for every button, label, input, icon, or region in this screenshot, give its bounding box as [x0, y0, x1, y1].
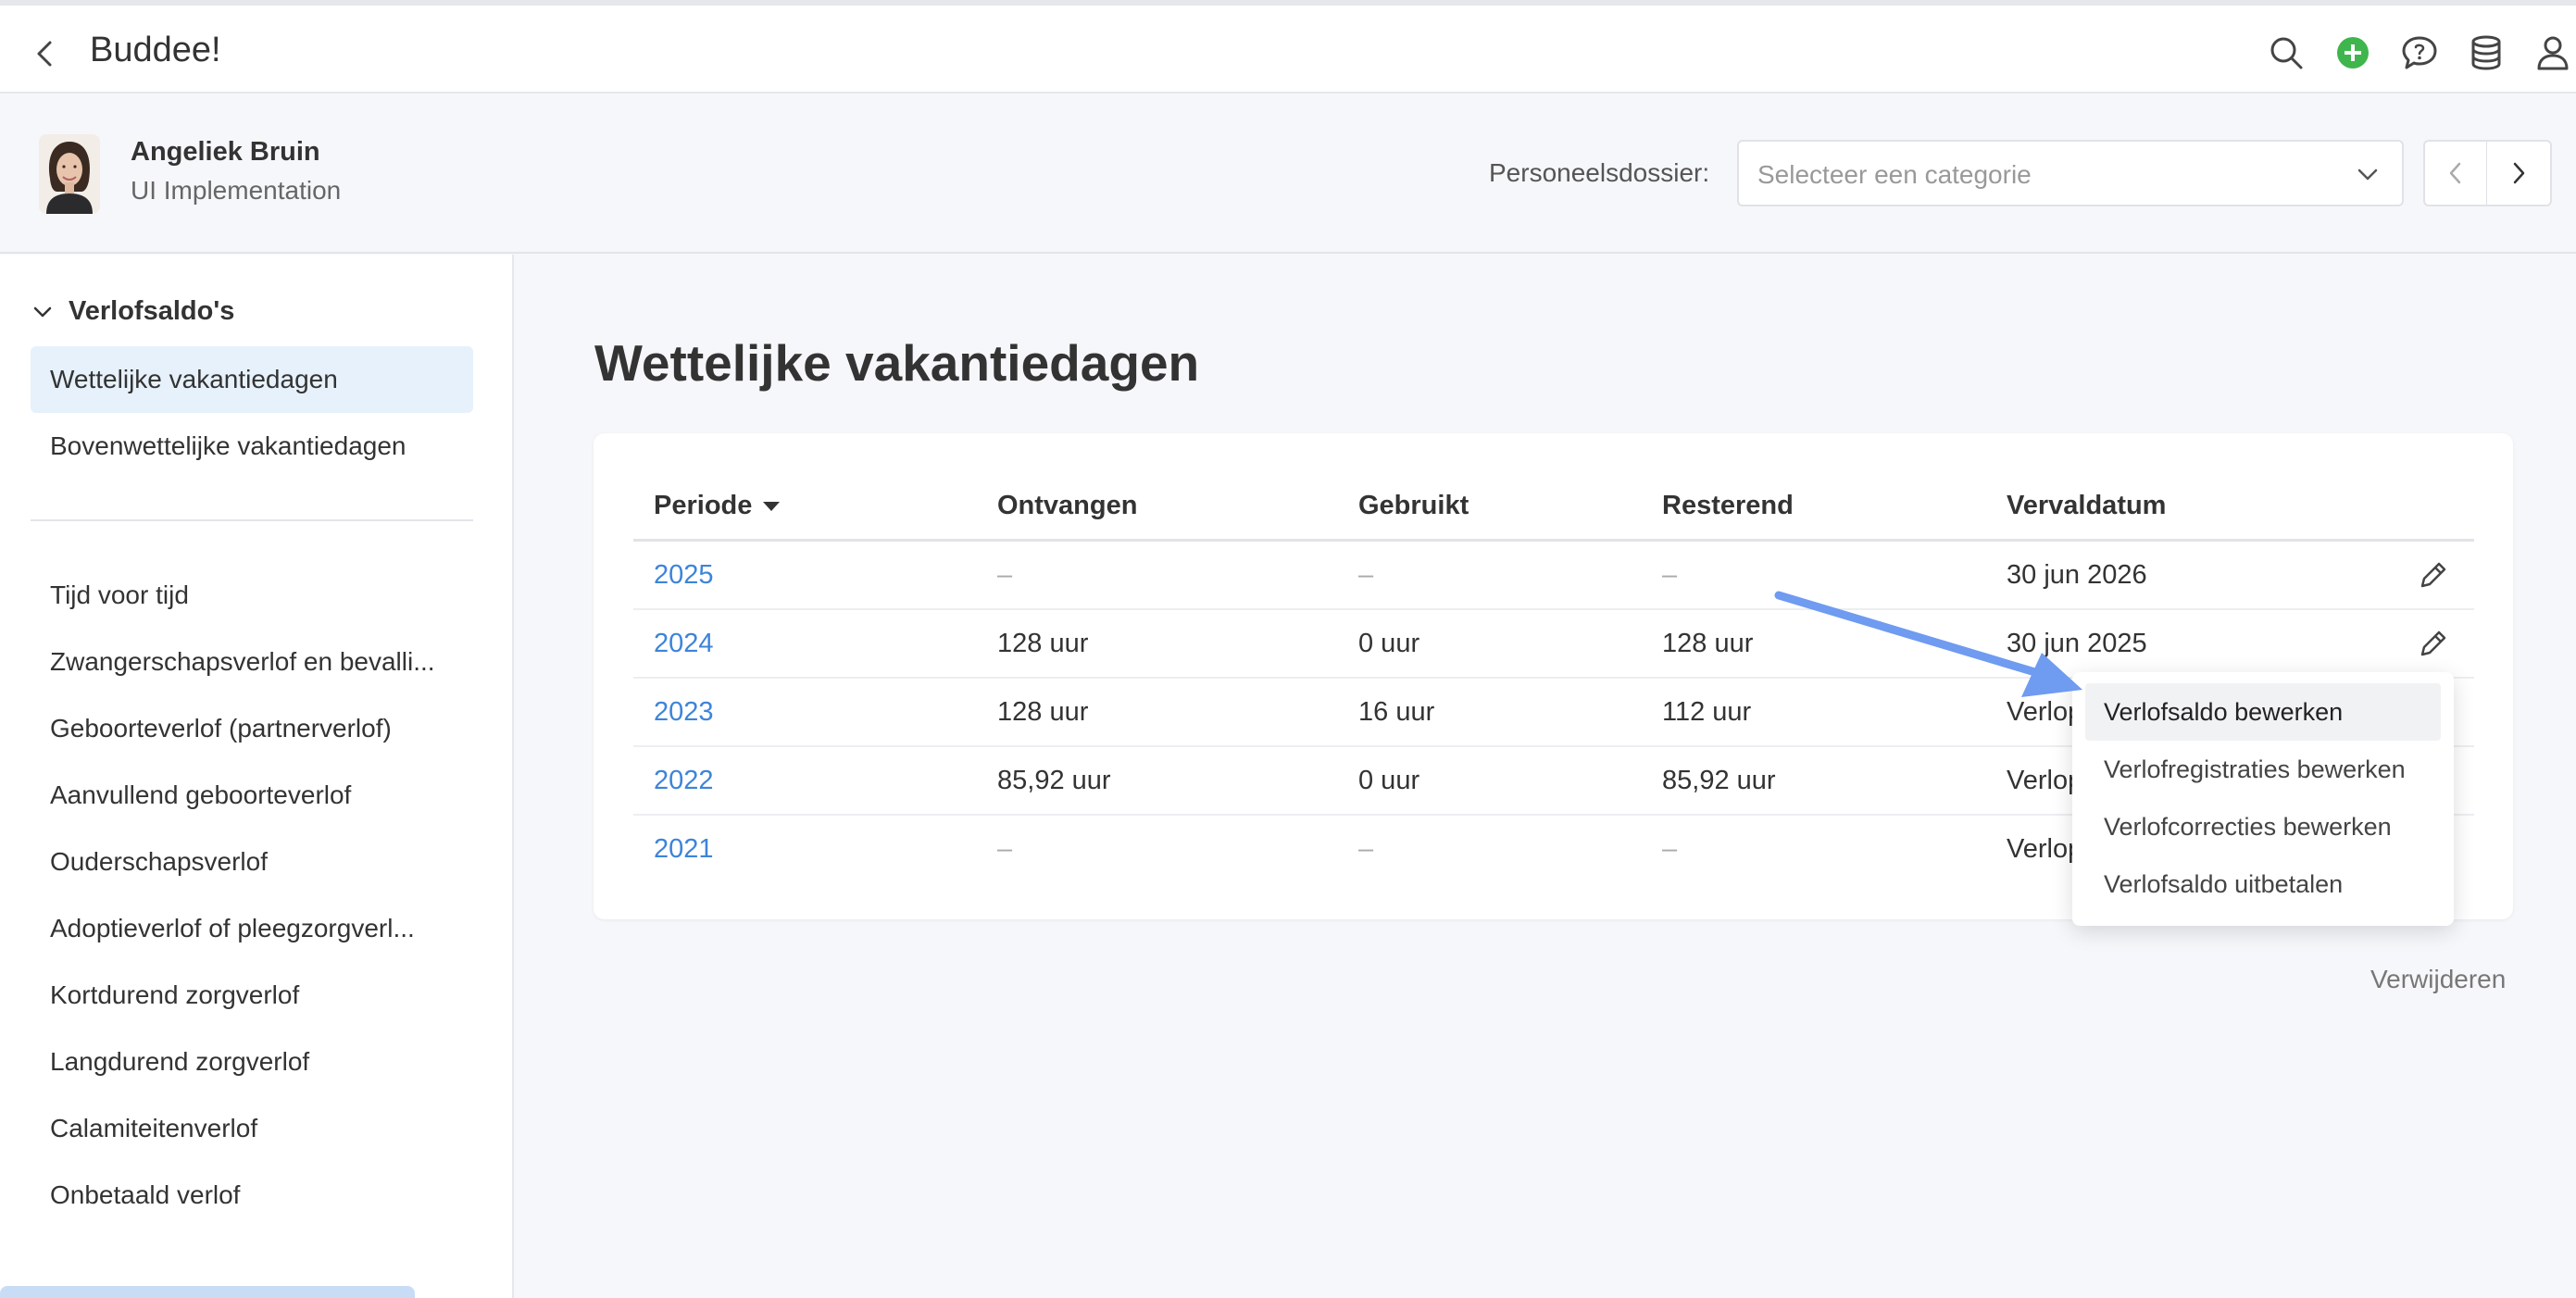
delete-button[interactable]: Verwijderen: [2370, 965, 2506, 994]
cell-ontvangen: –: [997, 834, 1013, 864]
chevron-left-icon: [2449, 162, 2461, 184]
database-button[interactable]: [2465, 31, 2507, 74]
cell-gebruikt: –: [1358, 560, 1374, 590]
cell-resterend: 128 uur: [1662, 629, 1754, 658]
cell-resterend: 112 uur: [1662, 697, 1752, 727]
column-header-ontvangen: Ontvangen: [997, 491, 1138, 520]
sidebar-item-langdurend-zorgverlof[interactable]: Langdurend zorgverlof: [31, 1029, 473, 1095]
edit-button[interactable]: [2417, 627, 2450, 660]
previous-employee-button[interactable]: [2423, 140, 2488, 206]
column-header-periode[interactable]: Periode: [654, 491, 782, 521]
add-icon: [2337, 37, 2369, 69]
cell-gebruikt: 0 uur: [1358, 629, 1420, 658]
cell-gebruikt: 16 uur: [1358, 697, 1435, 727]
cell-resterend: –: [1662, 560, 1678, 590]
dossier-select-placeholder: Selecteer een categorie: [1757, 160, 2032, 189]
sidebar-item-kortdurend-zorgverlof[interactable]: Kortdurend zorgverlof: [31, 962, 473, 1029]
menu-item-verlofcorrecties-bewerken[interactable]: Verlofcorrecties bewerken: [2085, 798, 2441, 855]
edit-dropdown-menu: Verlofsaldo bewerken Verlofregistraties …: [2072, 672, 2454, 926]
employee-name: Angeliek Bruin: [131, 137, 320, 167]
next-employee-button[interactable]: [2487, 140, 2552, 206]
sidebar-item-onbetaald-verlof[interactable]: Onbetaald verlof: [31, 1162, 473, 1229]
user-icon: [2537, 36, 2569, 70]
cell-ontvangen: 128 uur: [997, 629, 1089, 658]
sidebar-bottom-bar: [0, 1286, 415, 1298]
app-title: Buddee!: [90, 31, 221, 69]
sidebar-item-wettelijke-vakantiedagen[interactable]: Wettelijke vakantiedagen: [31, 346, 473, 413]
cell-gebruikt: –: [1358, 834, 1374, 864]
sidebar-item-aanvullend-geboorteverlof[interactable]: Aanvullend geboorteverlof: [31, 762, 473, 829]
cell-resterend: –: [1662, 834, 1678, 864]
cell-gebruikt: 0 uur: [1358, 766, 1420, 795]
cell-resterend: 85,92 uur: [1662, 766, 1776, 795]
pencil-icon: [2420, 630, 2446, 656]
employee-header: Angeliek Bruin UI Implementation Persone…: [0, 94, 2576, 254]
column-header-label: Periode: [654, 491, 753, 520]
dossier-category-select[interactable]: Selecteer een categorie: [1737, 140, 2404, 206]
column-header-vervaldatum: Vervaldatum: [2007, 491, 2167, 520]
sidebar-item-ouderschapsverlof[interactable]: Ouderschapsverlof: [31, 829, 473, 895]
cell-vervaldatum: 30 jun 2026: [2007, 560, 2147, 590]
profile-button[interactable]: [2532, 31, 2574, 74]
help-button[interactable]: [2398, 31, 2441, 74]
column-header-gebruikt: Gebruikt: [1358, 491, 1469, 520]
top-icons: [2265, 31, 2576, 74]
cell-ontvangen: 85,92 uur: [997, 766, 1111, 795]
sidebar-section-verlofsaldos[interactable]: Verlofsaldo's: [31, 296, 234, 327]
chevron-right-icon: [2513, 162, 2525, 184]
period-link[interactable]: 2024: [654, 629, 714, 659]
search-button[interactable]: [2265, 31, 2307, 74]
add-button[interactable]: [2332, 31, 2374, 74]
period-link[interactable]: 2023: [654, 697, 714, 728]
sidebar-item-bovenwettelijke-vakantiedagen[interactable]: Bovenwettelijke vakantiedagen: [31, 413, 473, 480]
sidebar-item-zwangerschapsverlof[interactable]: Zwangerschapsverlof en bevalli...: [31, 629, 473, 695]
column-header-resterend: Resterend: [1662, 491, 1794, 520]
sort-down-icon: [763, 501, 781, 511]
back-button[interactable]: [31, 35, 59, 72]
avatar-portrait-icon: [39, 134, 100, 214]
chevron-left-icon: [37, 41, 52, 67]
pencil-icon: [2420, 562, 2446, 588]
menu-item-verlofsaldo-uitbetalen[interactable]: Verlofsaldo uitbetalen: [2085, 855, 2441, 913]
sidebar-section-label: Verlofsaldo's: [69, 296, 235, 326]
sidebar-item-adoptieverlof[interactable]: Adoptieverlof of pleegzorgverl...: [31, 895, 473, 962]
page-title: Wettelijke vakantiedagen: [594, 334, 1200, 392]
sidebar-divider: [31, 519, 473, 521]
employee-role: UI Implementation: [131, 176, 342, 205]
period-link[interactable]: 2021: [654, 834, 714, 865]
cell-ontvangen: –: [997, 560, 1013, 590]
sidebar-item-calamiteitenverlof[interactable]: Calamiteitenverlof: [31, 1095, 473, 1162]
cell-vervaldatum: Verlop: [2007, 697, 2083, 727]
help-chat-icon: [2402, 36, 2437, 69]
search-icon: [2270, 37, 2303, 69]
sidebar-item-geboorteverlof[interactable]: Geboorteverlof (partnerverlof): [31, 695, 473, 762]
menu-item-verlofregistraties-bewerken[interactable]: Verlofregistraties bewerken: [2085, 741, 2441, 798]
chevron-down-icon: [33, 306, 52, 317]
cell-vervaldatum: Verlop: [2007, 834, 2083, 864]
period-link[interactable]: 2022: [654, 766, 714, 796]
edit-button[interactable]: [2417, 558, 2450, 592]
cell-vervaldatum: Verlop: [2007, 766, 2083, 795]
menu-item-verlofsaldo-bewerken[interactable]: Verlofsaldo bewerken: [2085, 683, 2441, 741]
table-row: 2025 – – – 30 jun 2026: [633, 542, 2474, 610]
avatar: [39, 134, 100, 214]
cell-ontvangen: 128 uur: [997, 697, 1089, 727]
sidebar: Verlofsaldo's Wettelijke vakantiedagen B…: [0, 255, 514, 1298]
sidebar-item-tijd-voor-tijd[interactable]: Tijd voor tijd: [31, 562, 473, 629]
table-row: 2024 128 uur 0 uur 128 uur 30 jun 2025: [633, 610, 2474, 679]
database-icon: [2471, 35, 2501, 70]
top-bar: Buddee!: [0, 0, 2576, 94]
dossier-label: Personeelsdossier:: [1489, 158, 1710, 187]
cell-vervaldatum: 30 jun 2025: [2007, 629, 2147, 658]
chevron-down-icon: [2357, 168, 2378, 181]
period-link[interactable]: 2025: [654, 560, 714, 591]
